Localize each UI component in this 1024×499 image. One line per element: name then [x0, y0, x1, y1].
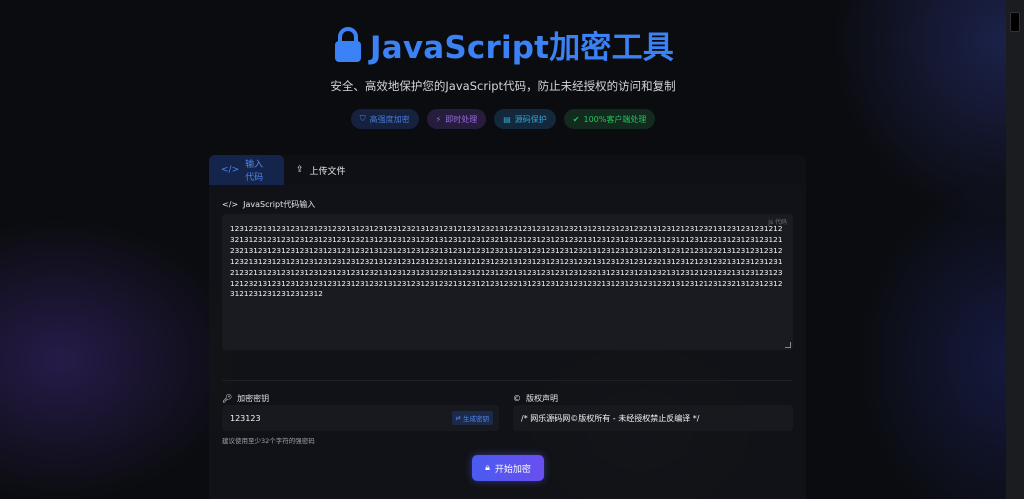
encrypt-button[interactable]: 🔒︎ 开始加密 [472, 455, 544, 481]
key-icon: 🔑︎ [222, 394, 233, 403]
check-circle-icon: ✔ [572, 114, 580, 124]
code-icon: </> [222, 200, 239, 209]
title-text: JavaScript加密工具 [369, 30, 674, 66]
badge-label: 100%客户端处理 [583, 114, 647, 124]
code-icon: </> [221, 165, 240, 175]
key-input[interactable]: 123123 ⇄ 生成密钥 [222, 405, 499, 431]
scrollbar-thumb[interactable] [1010, 12, 1020, 32]
badge-label: 即时处理 [445, 114, 478, 124]
tab-upload-file[interactable]: ⇪ 上传文件 [284, 155, 358, 185]
code-corner-label: js 代码 [768, 219, 787, 226]
code-text: 1231232131231231231231232131231231231232… [230, 224, 783, 299]
generate-key-button[interactable]: ⇄ 生成密钥 [451, 411, 493, 425]
upload-icon: ⇪ [296, 165, 304, 175]
encrypt-label: 开始加密 [494, 464, 531, 475]
generate-label: 生成密钥 [463, 415, 489, 423]
copyright-label-text: 版权声明 [526, 394, 558, 403]
file-code-icon: ▤ [503, 114, 511, 124]
copyright-section-label: © 版权声明 [513, 393, 558, 404]
badge-instant: ⚡ 即时处理 [426, 109, 487, 129]
shield-icon: ⛉ [359, 114, 366, 123]
divider [222, 380, 793, 381]
feature-badges: ⛉ 高强度加密 ⚡ 即时处理 ▤ 源码保护 ✔ 100%客户端处理 [0, 109, 1006, 129]
page-title: JavaScript加密工具 [0, 22, 1006, 67]
tab-input-code[interactable]: </> 输入代码 [209, 155, 284, 185]
key-section-label: 🔑︎ 加密密钥 [222, 393, 269, 404]
key-hint: 建议使用至少32个字符的强密码 [222, 437, 315, 445]
lock-icon [334, 26, 361, 62]
badge-label: 源码保护 [514, 114, 547, 124]
tab-bar: </> 输入代码 ⇪ 上传文件 [209, 155, 806, 185]
badge-source: ▤ 源码保护 [494, 109, 556, 129]
shuffle-icon: ⇄ [455, 414, 461, 422]
copyright-input[interactable]: /* 网乐源码网©版权所有 - 未经授权禁止反编译 */ [513, 405, 793, 431]
code-input[interactable]: js 代码 1231232131231231231231232131231231… [222, 214, 793, 350]
code-section-label: </> JavaScript代码输入 [222, 199, 315, 210]
lock-icon: 🔒︎ [485, 463, 490, 473]
badge-encryption: ⛉ 高强度加密 [350, 109, 419, 129]
code-label-text: JavaScript代码输入 [243, 200, 316, 209]
main-card: </> 输入代码 ⇪ 上传文件 </> JavaScript代码输入 js 代码… [209, 155, 806, 499]
resize-handle[interactable] [785, 342, 791, 348]
copyright-value: /* 网乐源码网©版权所有 - 未经授权禁止反编译 */ [521, 413, 700, 423]
key-value: 123123 [230, 413, 261, 423]
scrollbar[interactable] [1006, 0, 1024, 499]
tab-label: 输入代码 [245, 160, 264, 183]
badge-label: 高强度加密 [369, 114, 410, 124]
bolt-icon: ⚡ [435, 114, 442, 124]
subtitle: 安全、高效地保护您的JavaScript代码，防止未经授权的访问和复制 [330, 79, 676, 93]
copyright-icon: © [513, 394, 521, 403]
tab-label: 上传文件 [309, 166, 346, 177]
badge-client: ✔ 100%客户端处理 [563, 109, 656, 129]
key-label-text: 加密密钥 [237, 394, 270, 403]
